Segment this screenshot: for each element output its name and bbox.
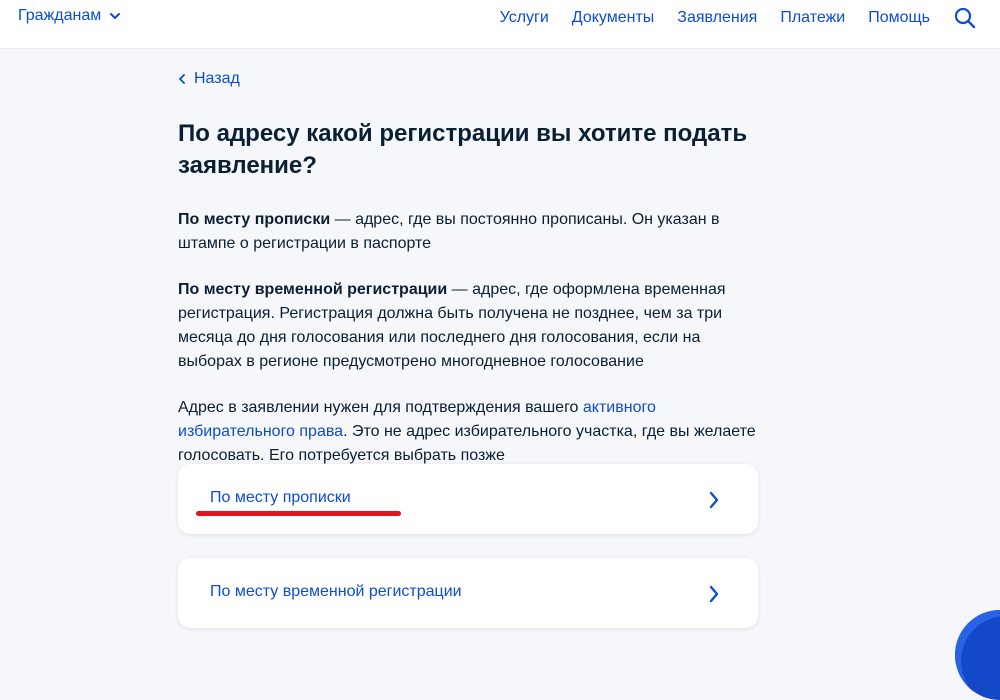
page-title: По адресу какой регистрации вы хотите по… [178,120,748,179]
option-permanent-registration[interactable]: По месту прописки [178,464,758,534]
chevron-right-icon [709,491,719,509]
paragraph-temporary-term: По месту временной регистрации [178,281,448,298]
chevron-left-icon [179,74,185,84]
option-permanent-label: По месту прописки [210,489,351,506]
highlight-underline [196,511,401,516]
nav-documents[interactable]: Документы [572,9,654,27]
top-bar: Гражданам Услуги Документы Заявления Пла… [0,0,1000,48]
paragraph-purpose: Адрес в заявлении нужен для подтверждени… [178,396,760,468]
back-link[interactable]: Назад [178,70,760,88]
option-temporary-registration[interactable]: По месту временной регистрации [178,558,758,628]
nav-services[interactable]: Услуги [500,9,549,27]
paragraph-permanent-term: По месту прописки [178,211,331,228]
paragraph-purpose-start: Адрес в заявлении нужен для подтверждени… [178,399,583,416]
chevron-right-icon [709,585,719,603]
main-content: Назад По адресу какой регистрации вы хот… [178,70,760,468]
paragraph-permanent: По месту прописки — адрес, где вы постоя… [178,208,760,256]
option-temporary-label: По месту временной регистрации [210,583,462,600]
nav-help[interactable]: Помощь [868,9,930,27]
paragraph-temporary: По месту временной регистрации — адрес, … [178,278,760,374]
audience-label: Гражданам [18,7,102,24]
back-label: Назад [194,70,240,87]
nav-payments[interactable]: Платежи [780,9,845,27]
main-nav: Услуги Документы Заявления Платежи Помощ… [477,7,976,29]
nav-applications[interactable]: Заявления [677,9,757,27]
search-icon[interactable] [954,7,976,29]
audience-selector[interactable]: Гражданам [18,7,121,25]
chevron-down-icon [110,13,121,19]
assistant-bubble[interactable] [955,610,1000,700]
